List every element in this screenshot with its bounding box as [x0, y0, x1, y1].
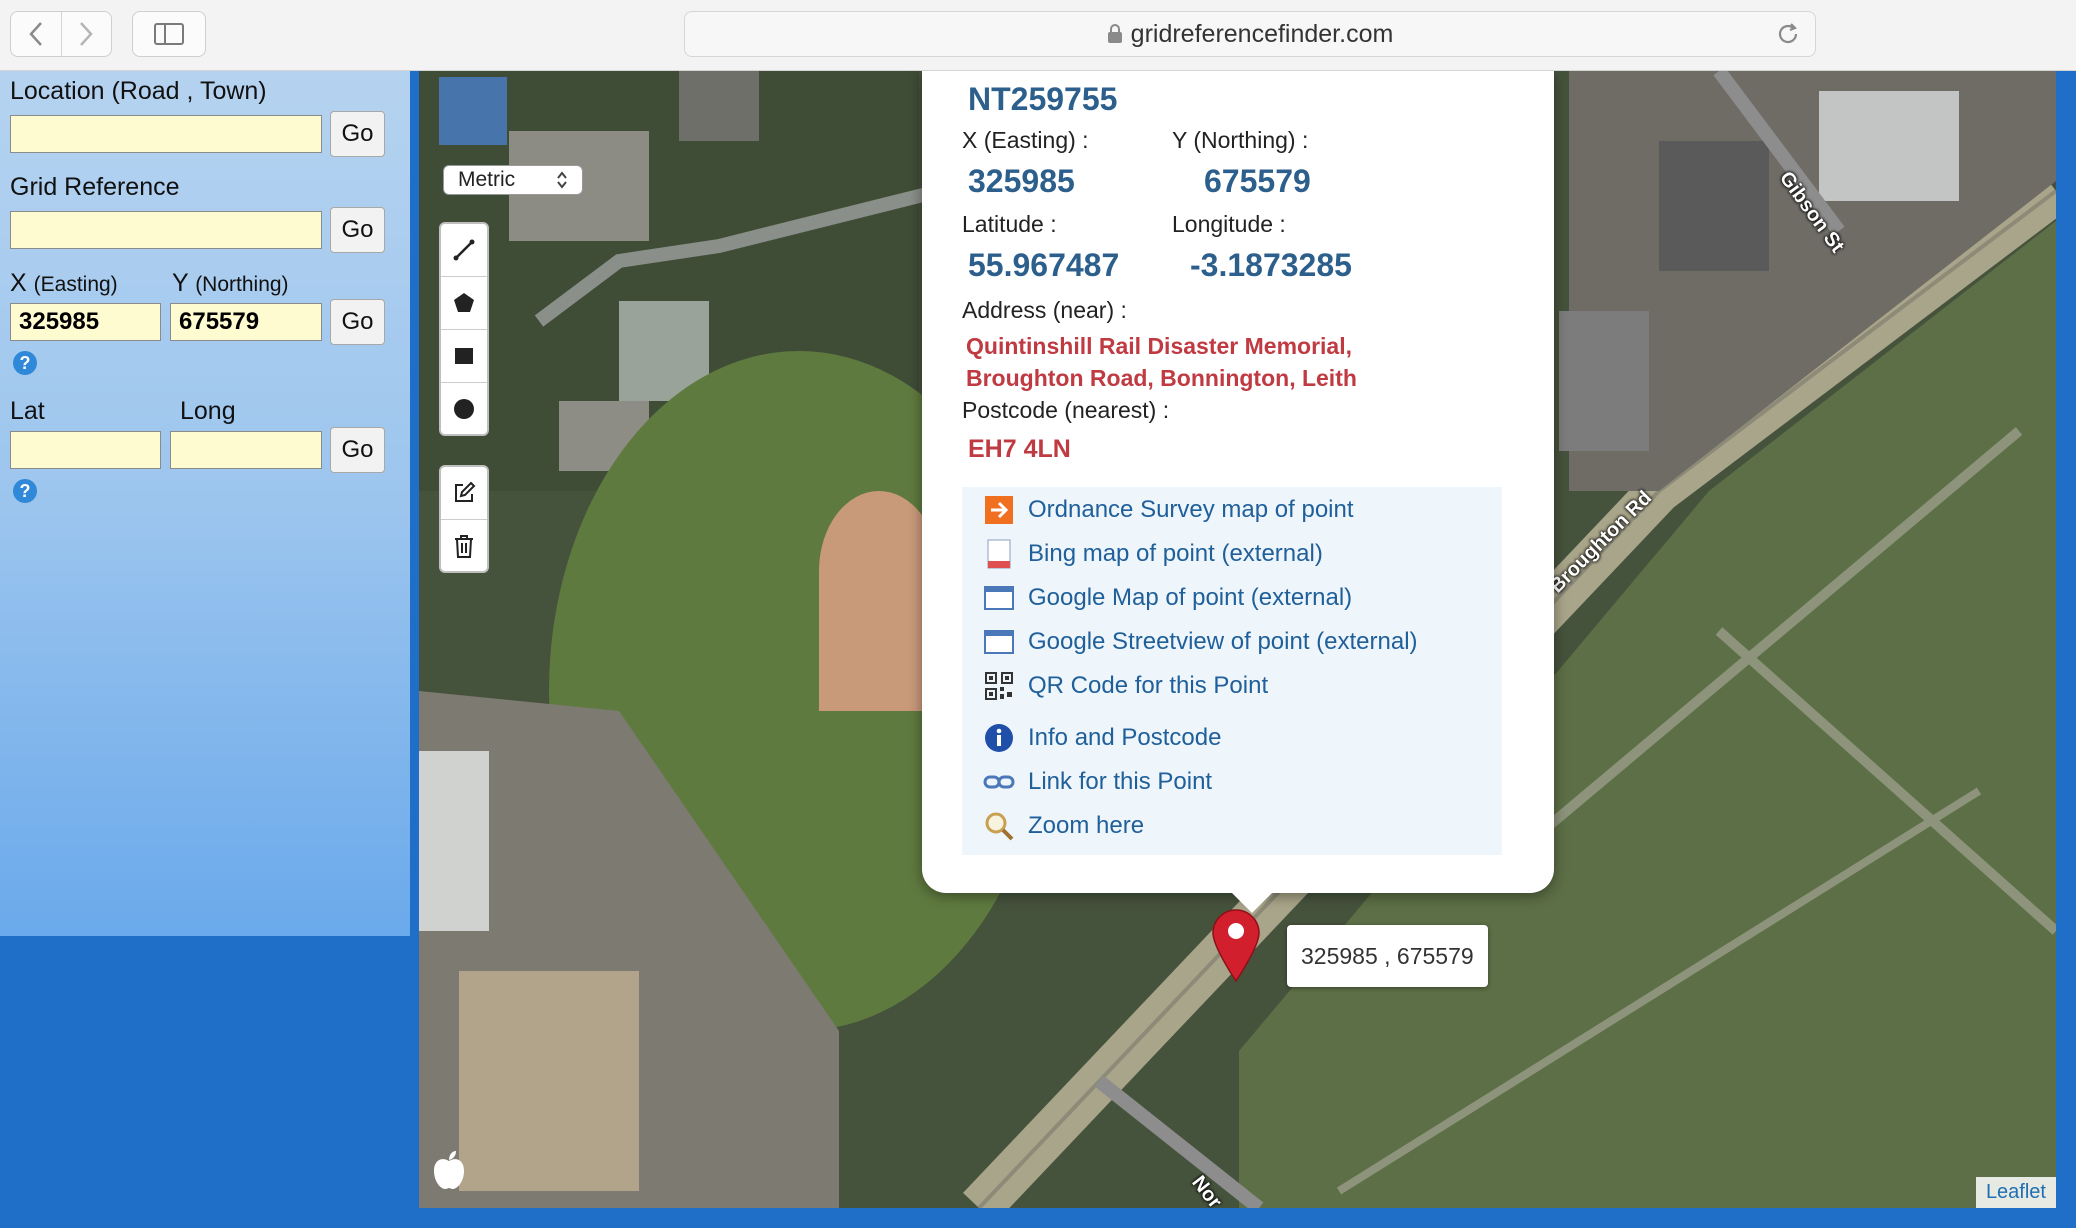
browser-toolbar: gridreferencefinder.com — [0, 0, 2076, 71]
x-easting-label: X (Easting) — [10, 269, 118, 297]
help-icon[interactable]: ? — [13, 479, 37, 503]
x-easting-value: 325985 — [968, 163, 1075, 199]
bing-map-link-label: Bing map of point (external) — [1028, 540, 1323, 567]
info-icon — [985, 724, 1013, 752]
edit-layers-button[interactable] — [441, 467, 487, 520]
longitude-value: -3.1873285 — [1190, 247, 1352, 283]
trash-icon — [455, 535, 473, 558]
grid-reference-go-button[interactable]: Go — [330, 207, 385, 253]
location-go-button[interactable]: Go — [330, 111, 385, 157]
y-northing-label: Y (Northing) : — [1172, 127, 1309, 153]
os-map-link[interactable]: Ordnance Survey map of point — [982, 495, 1354, 525]
lat-input[interactable] — [10, 431, 161, 469]
x-easting-label: X (Easting) : — [962, 127, 1089, 153]
point-link-label: Link for this Point — [1028, 768, 1213, 795]
zoom-here-link-label: Zoom here — [1028, 812, 1145, 839]
info-postcode-link-label: Info and Postcode — [1028, 724, 1222, 751]
zoom-here-link[interactable]: Zoom here — [982, 811, 1144, 841]
rectangle-icon — [455, 348, 473, 364]
location-label: Location (Road , Town) — [10, 77, 267, 105]
long-input[interactable] — [170, 431, 322, 469]
draw-circle-button[interactable] — [441, 383, 487, 435]
window-icon — [984, 630, 1014, 654]
os-map-link-label: Ordnance Survey map of point — [1028, 496, 1354, 523]
lat-label: Lat — [10, 397, 45, 425]
units-select-value: Metric — [458, 168, 516, 191]
arrow-right-icon — [985, 496, 1013, 524]
window-icon — [984, 586, 1014, 610]
google-streetview-link-label: Google Streetview of point (external) — [1028, 628, 1418, 655]
back-button[interactable] — [11, 12, 61, 56]
latitude-value: 55.967487 — [968, 247, 1120, 283]
polygon-icon — [454, 293, 474, 312]
point-links: Ordnance Survey map of point Bing map of… — [962, 487, 1502, 855]
grid-reference-label: Grid Reference — [10, 173, 180, 201]
map-pin-icon[interactable] — [1211, 909, 1261, 983]
map-view[interactable]: Gibson St Broughton Rd Nor Metric NT2597… — [419, 71, 2056, 1208]
long-label: Long — [180, 397, 236, 425]
apple-logo-icon — [434, 1151, 464, 1189]
chevron-left-icon — [29, 22, 42, 46]
help-icon[interactable]: ? — [13, 351, 37, 375]
search-panel: Location (Road , Town) Go Grid Reference… — [0, 71, 410, 936]
delete-layers-button[interactable] — [441, 520, 487, 572]
address-bar[interactable]: gridreferencefinder.com — [684, 11, 1816, 57]
draw-polyline-button[interactable] — [441, 224, 487, 277]
y-northing-label: Y (Northing) — [172, 269, 289, 297]
location-input[interactable] — [10, 115, 322, 153]
qr-code-link[interactable]: QR Code for this Point — [982, 671, 1268, 701]
info-postcode-link[interactable]: Info and Postcode — [982, 723, 1221, 753]
latlong-go-button[interactable]: Go — [330, 427, 385, 473]
draw-rectangle-button[interactable] — [441, 330, 487, 383]
edit-toolbar — [439, 465, 489, 573]
sidebar-icon — [154, 23, 184, 45]
google-map-link[interactable]: Google Map of point (external) — [982, 583, 1352, 613]
google-streetview-link[interactable]: Google Streetview of point (external) — [982, 627, 1418, 657]
url-text: gridreferencefinder.com — [1130, 19, 1394, 48]
google-map-link-label: Google Map of point (external) — [1028, 584, 1353, 611]
leaflet-attribution[interactable]: Leaflet — [1975, 1177, 2056, 1208]
polyline-icon — [453, 239, 475, 261]
sidebar-toggle-button[interactable] — [132, 11, 206, 57]
y-northing-value: 675579 — [1204, 163, 1311, 199]
draw-toolbar — [439, 222, 489, 436]
overlay-square — [439, 77, 507, 145]
postcode-value: EH7 4LN — [968, 435, 1071, 463]
chevron-right-icon — [80, 22, 93, 46]
qr-code-icon — [985, 672, 1013, 700]
chain-link-icon — [983, 775, 1015, 789]
qr-code-link-label: QR Code for this Point — [1028, 672, 1269, 699]
xy-go-button[interactable]: Go — [330, 299, 385, 345]
point-info-popup: NT259755 X (Easting) : Y (Northing) : 32… — [922, 71, 1554, 913]
bing-map-link[interactable]: Bing map of point (external) — [982, 539, 1323, 569]
grid-reference-value: NT259755 — [968, 81, 1118, 117]
updown-icon — [557, 171, 567, 189]
edit-icon — [455, 481, 476, 502]
units-select[interactable]: Metric — [443, 165, 583, 195]
marker-coordinate-label: 325985 , 675579 — [1287, 925, 1488, 987]
postcode-label: Postcode (nearest) : — [962, 397, 1170, 423]
magnifier-icon — [985, 812, 1014, 841]
x-easting-input[interactable] — [10, 303, 161, 341]
bing-page-icon — [987, 539, 1011, 569]
address-label: Address (near) : — [962, 297, 1127, 323]
latitude-label: Latitude : — [962, 211, 1057, 237]
lock-icon — [1107, 24, 1122, 43]
forward-button[interactable] — [60, 12, 112, 56]
address-line-2: Broughton Road, Bonnington, Leith — [966, 365, 1357, 391]
draw-polygon-button[interactable] — [441, 277, 487, 330]
point-link[interactable]: Link for this Point — [982, 767, 1212, 797]
longitude-label: Longitude : — [1172, 211, 1286, 237]
history-nav — [10, 11, 112, 57]
address-line-1: Quintinshill Rail Disaster Memorial, — [966, 333, 1352, 359]
reload-icon[interactable] — [1775, 21, 1801, 47]
y-northing-input[interactable] — [170, 303, 322, 341]
circle-icon — [454, 399, 474, 419]
grid-reference-input[interactable] — [10, 211, 322, 249]
